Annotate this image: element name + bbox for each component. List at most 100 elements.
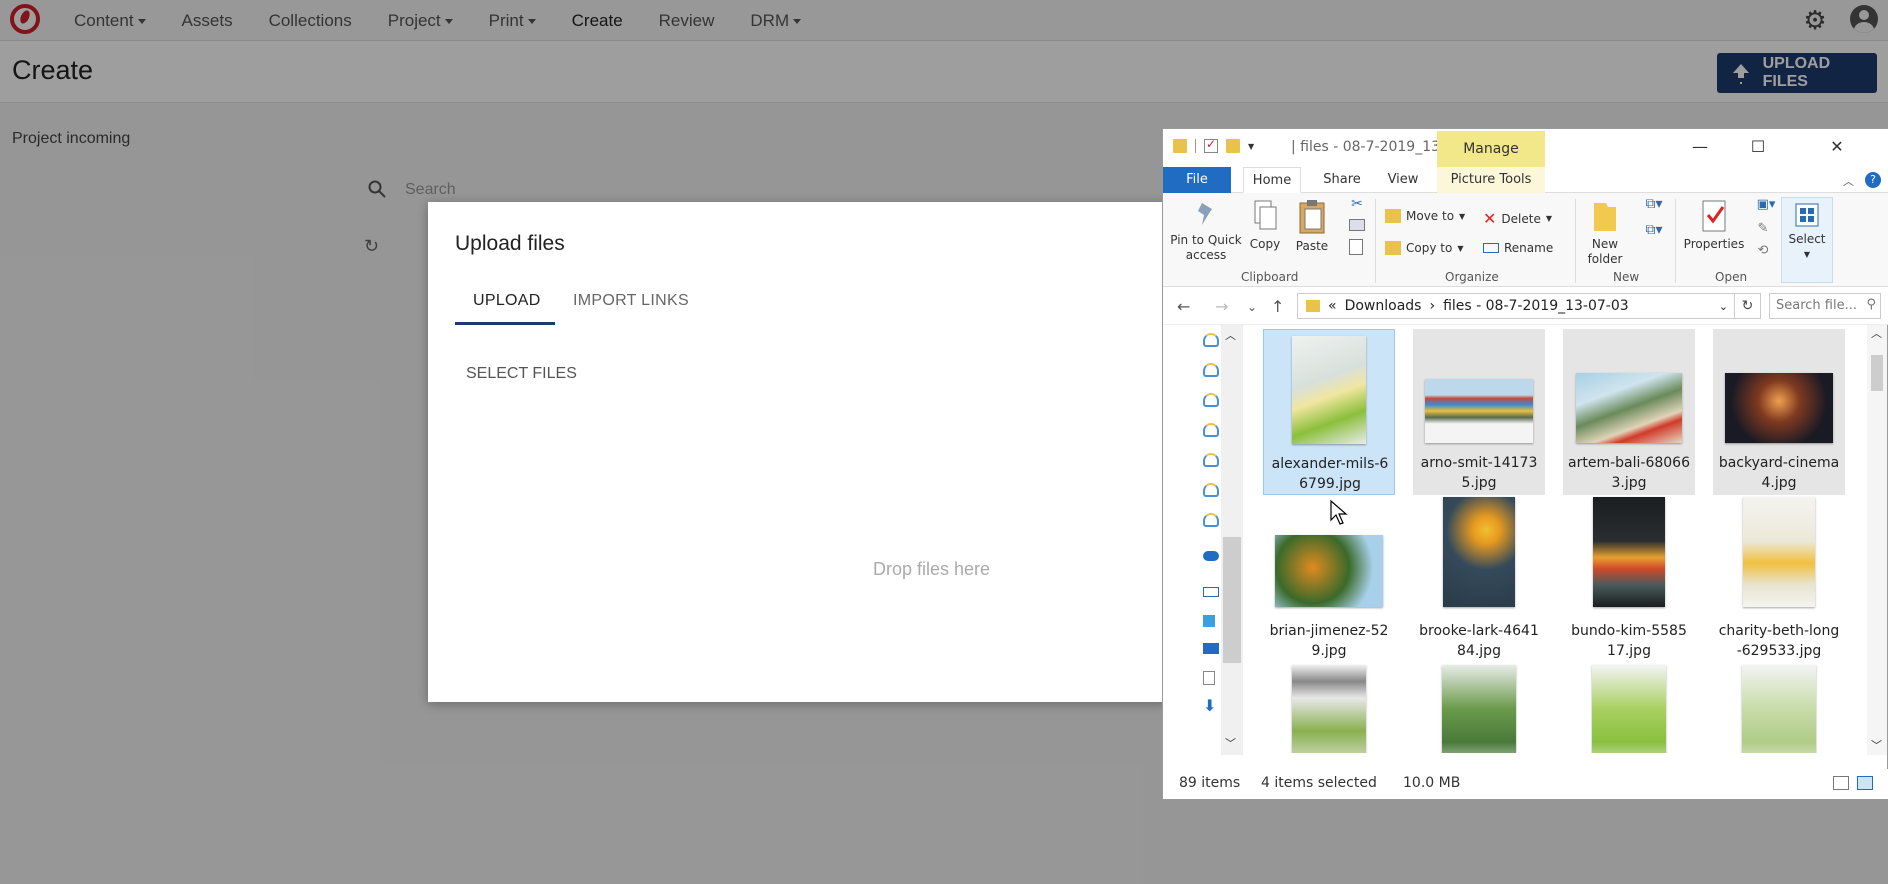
properties-button[interactable]: Properties bbox=[1681, 199, 1747, 252]
tab-import-links[interactable]: IMPORT LINKS bbox=[573, 292, 689, 310]
edit-icon[interactable]: ✎ bbox=[1753, 221, 1773, 236]
cloud-folder-icon[interactable] bbox=[1203, 513, 1219, 527]
folder-icon bbox=[1306, 300, 1320, 312]
file-grid-scrollbar[interactable]: ︿ ﹀ bbox=[1867, 325, 1887, 755]
properties-icon[interactable] bbox=[1204, 137, 1218, 153]
ribbon-tabs: File Home Share View Picture Tools ︿ ? bbox=[1163, 167, 1888, 193]
recent-dropdown-icon[interactable]: ⌄ bbox=[1247, 300, 1257, 314]
file-tile[interactable]: backyard-cinema 4.jpg bbox=[1713, 329, 1845, 495]
search-placeholder: Search file... bbox=[1776, 298, 1857, 313]
cloud-folder-icon[interactable] bbox=[1203, 333, 1219, 347]
cut-icon[interactable]: ✂ bbox=[1349, 197, 1365, 212]
tab-upload[interactable]: UPLOAD bbox=[473, 292, 541, 310]
select-all-icon bbox=[1795, 203, 1819, 227]
upload-dialog: Upload files UPLOAD IMPORT LINKS SELECT … bbox=[428, 202, 1168, 702]
breadcrumb-downloads[interactable]: Downloads bbox=[1345, 298, 1422, 314]
cloud-folder-icon[interactable] bbox=[1203, 423, 1219, 437]
cloud-folder-icon[interactable] bbox=[1203, 363, 1219, 377]
file-tile[interactable]: brooke-lark-4641 84.jpg bbox=[1413, 497, 1545, 663]
file-tile[interactable]: brian-jimenez-52 9.jpg bbox=[1263, 497, 1395, 663]
new-folder-icon[interactable] bbox=[1226, 139, 1240, 153]
copy-to-icon bbox=[1385, 241, 1401, 255]
new-item-icon[interactable]: ⧉▾ bbox=[1639, 197, 1669, 212]
file-tile[interactable]: charity-beth-long -629533.jpg bbox=[1713, 497, 1845, 663]
cloud-folder-icon[interactable] bbox=[1203, 483, 1219, 497]
scroll-up-icon[interactable]: ︿ bbox=[1871, 325, 1882, 341]
tab-share[interactable]: Share bbox=[1313, 167, 1371, 193]
file-tile[interactable]: alexander-mils-6 6799.jpg bbox=[1263, 329, 1395, 495]
back-arrow-icon[interactable]: ← bbox=[1177, 297, 1190, 316]
this-pc-icon[interactable] bbox=[1203, 587, 1219, 597]
dropdown-icon: ▼ bbox=[1545, 214, 1552, 223]
breadcrumb-overflow[interactable]: « bbox=[1328, 298, 1337, 314]
navigation-pane: ⬇ ︿ ﹀ bbox=[1163, 325, 1243, 755]
paste-shortcut-icon[interactable] bbox=[1349, 239, 1363, 255]
image-thumbnail bbox=[1742, 665, 1816, 753]
file-tile[interactable] bbox=[1563, 665, 1695, 753]
copy-button[interactable]: Copy bbox=[1245, 199, 1285, 252]
file-tile[interactable] bbox=[1263, 665, 1395, 753]
file-tile[interactable] bbox=[1413, 665, 1545, 753]
select-button[interactable]: Select ▼ bbox=[1781, 197, 1833, 283]
selection-count: 4 items selected bbox=[1261, 775, 1377, 791]
rename-button[interactable]: Rename bbox=[1483, 241, 1553, 255]
move-to-label: Move to bbox=[1406, 209, 1455, 223]
drop-zone[interactable]: Drop files here bbox=[873, 559, 990, 580]
downloads-icon[interactable]: ⬇ bbox=[1203, 698, 1219, 714]
file-tile[interactable]: artem-bali-68066 3.jpg bbox=[1563, 329, 1695, 495]
copy-path-icon[interactable] bbox=[1349, 219, 1365, 231]
select-files-button[interactable]: SELECT FILES bbox=[466, 365, 577, 383]
minimize-icon[interactable]: — bbox=[1671, 129, 1729, 163]
pin-quick-access-button[interactable]: Pin to Quick access bbox=[1169, 199, 1243, 263]
address-dropdown-icon[interactable]: ⌄ bbox=[1719, 300, 1728, 313]
open-icon[interactable]: ▣▾ bbox=[1753, 197, 1779, 212]
customize-dropdown-icon[interactable]: ▼ bbox=[1248, 142, 1254, 151]
scroll-down-icon[interactable]: ﹀ bbox=[1871, 737, 1882, 753]
cloud-folder-icon[interactable] bbox=[1203, 453, 1219, 467]
easy-access-icon[interactable]: ⧉▾ bbox=[1639, 223, 1669, 238]
history-icon[interactable]: ⟲ bbox=[1753, 243, 1773, 258]
move-to-icon bbox=[1385, 209, 1401, 223]
cloud-folder-icon[interactable] bbox=[1203, 393, 1219, 407]
scroll-down-icon[interactable]: ﹀ bbox=[1225, 735, 1236, 751]
onedrive-icon[interactable] bbox=[1203, 551, 1219, 561]
maximize-icon[interactable]: ☐ bbox=[1729, 129, 1787, 163]
image-thumbnail bbox=[1292, 336, 1366, 444]
tab-home[interactable]: Home bbox=[1243, 167, 1301, 193]
tab-file[interactable]: File bbox=[1163, 167, 1231, 193]
new-folder-button[interactable]: New folder bbox=[1577, 199, 1633, 267]
delete-button[interactable]: ✕ Delete ▼ bbox=[1483, 209, 1552, 228]
search-files-input[interactable]: Search file... ⚲ bbox=[1769, 293, 1881, 319]
paste-button[interactable]: Paste bbox=[1291, 199, 1333, 254]
close-icon[interactable]: ✕ bbox=[1787, 129, 1887, 163]
properties-icon bbox=[1702, 200, 1726, 232]
manage-tab[interactable]: Manage bbox=[1437, 131, 1545, 167]
address-bar[interactable]: « Downloads › files - 08-7-2019_13-07-03… bbox=[1297, 293, 1735, 319]
title-bar: ▼ | files - 08-7-2019_13... Manage — ☐ ✕ bbox=[1163, 129, 1888, 167]
file-tile[interactable]: arno-smit-14173 5.jpg bbox=[1413, 329, 1545, 495]
tab-view[interactable]: View bbox=[1379, 167, 1427, 193]
file-name: brian-jimenez-52 9.jpg bbox=[1269, 623, 1389, 659]
documents-icon[interactable] bbox=[1203, 671, 1215, 685]
nav-pane-scroll-thumb[interactable] bbox=[1223, 537, 1241, 663]
large-icons-view-icon[interactable] bbox=[1857, 776, 1873, 790]
3d-objects-icon[interactable] bbox=[1203, 615, 1215, 627]
dropdown-icon: ▼ bbox=[1459, 211, 1466, 221]
selection-size: 10.0 MB bbox=[1403, 775, 1461, 791]
file-tile[interactable] bbox=[1713, 665, 1845, 753]
file-grid-scroll-thumb[interactable] bbox=[1871, 355, 1883, 391]
scroll-up-icon[interactable]: ︿ bbox=[1225, 327, 1236, 343]
help-icon[interactable]: ? bbox=[1865, 172, 1881, 188]
refresh-icon[interactable]: ↻ bbox=[1735, 293, 1761, 319]
collapse-ribbon-icon[interactable]: ︿ bbox=[1843, 173, 1854, 189]
breadcrumb-current-folder[interactable]: files - 08-7-2019_13-07-03 bbox=[1443, 298, 1629, 314]
file-tile[interactable]: bundo-kim-5585 17.jpg bbox=[1563, 497, 1695, 663]
move-to-button[interactable]: Move to ▼ bbox=[1385, 209, 1465, 223]
new-folder-label: New folder bbox=[1587, 237, 1623, 266]
desktop-icon[interactable] bbox=[1203, 643, 1219, 654]
tab-picture-tools[interactable]: Picture Tools bbox=[1437, 167, 1545, 193]
forward-arrow-icon[interactable]: → bbox=[1215, 297, 1228, 316]
details-view-icon[interactable] bbox=[1833, 776, 1849, 790]
copy-to-button[interactable]: Copy to ▼ bbox=[1385, 241, 1463, 255]
up-arrow-icon[interactable]: ↑ bbox=[1271, 297, 1284, 316]
